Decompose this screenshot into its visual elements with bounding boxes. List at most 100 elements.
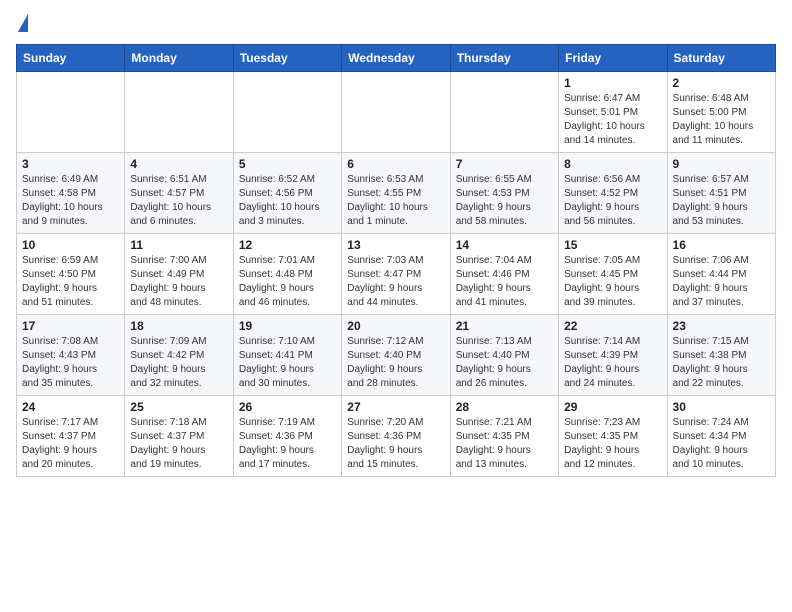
day-info: Sunrise: 7:17 AM Sunset: 4:37 PM Dayligh… xyxy=(22,416,119,472)
day-number: 19 xyxy=(239,319,336,333)
day-info: Sunrise: 7:05 AM Sunset: 4:45 PM Dayligh… xyxy=(564,254,661,310)
calendar-cell: 9Sunrise: 6:57 AM Sunset: 4:51 PM Daylig… xyxy=(667,153,775,234)
calendar-cell: 23 Sunrise: 7:15 AM Sunset: 4:38 PM Dayli… xyxy=(667,315,775,396)
calendar-cell: 26Sunrise: 7:19 AM Sunset: 4:36 PM Dayli… xyxy=(233,396,341,477)
day-info: Sunrise: 7:24 AM Sunset: 4:34 PM Dayligh… xyxy=(673,416,770,472)
calendar-cell: 11Sunrise: 7:00 AM Sunset: 4:49 PM Dayli… xyxy=(125,234,233,315)
day-number: 2 xyxy=(673,76,770,90)
calendar-table: SundayMondayTuesdayWednesdayThursdayFrid… xyxy=(16,44,776,477)
calendar-cell: 30 Sunrise: 7:24 AM Sunset: 4:34 PM Dayli… xyxy=(667,396,775,477)
calendar-week-5: 24 Sunrise: 7:17 AM Sunset: 4:37 PM Dayli… xyxy=(17,396,776,477)
calendar-cell: 27Sunrise: 7:20 AM Sunset: 4:36 PM Dayli… xyxy=(342,396,450,477)
day-info: Sunrise: 7:13 AM Sunset: 4:40 PM Dayligh… xyxy=(456,335,553,391)
calendar-cell: 6 Sunrise: 6:53 AM Sunset: 4:55 PM Daylig… xyxy=(342,153,450,234)
calendar-week-3: 10 Sunrise: 6:59 AM Sunset: 4:50 PM Dayli… xyxy=(17,234,776,315)
calendar-cell: 17 Sunrise: 7:08 AM Sunset: 4:43 PM Dayli… xyxy=(17,315,125,396)
day-number: 16 xyxy=(673,238,770,252)
day-number: 7 xyxy=(456,157,553,171)
calendar-cell xyxy=(233,72,341,153)
day-info: Sunrise: 7:23 AM Sunset: 4:35 PM Dayligh… xyxy=(564,416,661,472)
calendar-cell: 13Sunrise: 7:03 AM Sunset: 4:47 PM Dayli… xyxy=(342,234,450,315)
day-info: Sunrise: 6:52 AM Sunset: 4:56 PM Dayligh… xyxy=(239,173,336,229)
calendar-week-4: 17 Sunrise: 7:08 AM Sunset: 4:43 PM Dayli… xyxy=(17,315,776,396)
day-number: 24 xyxy=(22,400,119,414)
day-number: 25 xyxy=(130,400,227,414)
day-info: Sunrise: 6:55 AM Sunset: 4:53 PM Dayligh… xyxy=(456,173,553,229)
day-number: 14 xyxy=(456,238,553,252)
calendar-week-2: 3Sunrise: 6:49 AM Sunset: 4:58 PM Daylig… xyxy=(17,153,776,234)
logo-triangle-icon xyxy=(18,14,28,32)
day-info: Sunrise: 6:51 AM Sunset: 4:57 PM Dayligh… xyxy=(130,173,227,229)
day-number: 22 xyxy=(564,319,661,333)
calendar-cell: 22 Sunrise: 7:14 AM Sunset: 4:39 PM Dayli… xyxy=(559,315,667,396)
day-number: 5 xyxy=(239,157,336,171)
day-info: Sunrise: 7:08 AM Sunset: 4:43 PM Dayligh… xyxy=(22,335,119,391)
logo xyxy=(16,16,28,32)
day-number: 21 xyxy=(456,319,553,333)
day-number: 17 xyxy=(22,319,119,333)
day-number: 29 xyxy=(564,400,661,414)
day-info: Sunrise: 6:48 AM Sunset: 5:00 PM Dayligh… xyxy=(673,92,770,148)
day-number: 3 xyxy=(22,157,119,171)
day-number: 20 xyxy=(347,319,444,333)
day-number: 4 xyxy=(130,157,227,171)
calendar-cell: 28 Sunrise: 7:21 AM Sunset: 4:35 PM Dayli… xyxy=(450,396,558,477)
day-number: 15 xyxy=(564,238,661,252)
day-info: Sunrise: 7:09 AM Sunset: 4:42 PM Dayligh… xyxy=(130,335,227,391)
day-info: Sunrise: 7:03 AM Sunset: 4:47 PM Dayligh… xyxy=(347,254,444,310)
page-header xyxy=(16,16,776,32)
calendar-cell: 18 Sunrise: 7:09 AM Sunset: 4:42 PM Dayli… xyxy=(125,315,233,396)
day-number: 12 xyxy=(239,238,336,252)
weekday-header-wednesday: Wednesday xyxy=(342,45,450,72)
calendar-cell: 2 Sunrise: 6:48 AM Sunset: 5:00 PM Daylig… xyxy=(667,72,775,153)
day-info: Sunrise: 7:01 AM Sunset: 4:48 PM Dayligh… xyxy=(239,254,336,310)
calendar-cell: 14 Sunrise: 7:04 AM Sunset: 4:46 PM Dayli… xyxy=(450,234,558,315)
weekday-header-thursday: Thursday xyxy=(450,45,558,72)
calendar-cell: 8Sunrise: 6:56 AM Sunset: 4:52 PM Daylig… xyxy=(559,153,667,234)
day-info: Sunrise: 6:53 AM Sunset: 4:55 PM Dayligh… xyxy=(347,173,444,229)
calendar-cell xyxy=(17,72,125,153)
calendar-cell: 7 Sunrise: 6:55 AM Sunset: 4:53 PM Daylig… xyxy=(450,153,558,234)
day-number: 6 xyxy=(347,157,444,171)
weekday-header-friday: Friday xyxy=(559,45,667,72)
calendar-cell: 5 Sunrise: 6:52 AM Sunset: 4:56 PM Daylig… xyxy=(233,153,341,234)
calendar-cell: 4 Sunrise: 6:51 AM Sunset: 4:57 PM Daylig… xyxy=(125,153,233,234)
calendar-cell: 29 Sunrise: 7:23 AM Sunset: 4:35 PM Dayli… xyxy=(559,396,667,477)
day-number: 28 xyxy=(456,400,553,414)
day-info: Sunrise: 7:06 AM Sunset: 4:44 PM Dayligh… xyxy=(673,254,770,310)
day-info: Sunrise: 6:47 AM Sunset: 5:01 PM Dayligh… xyxy=(564,92,661,148)
calendar-cell: 12 Sunrise: 7:01 AM Sunset: 4:48 PM Dayli… xyxy=(233,234,341,315)
day-number: 26 xyxy=(239,400,336,414)
day-number: 30 xyxy=(673,400,770,414)
weekday-header-tuesday: Tuesday xyxy=(233,45,341,72)
calendar-cell: 24 Sunrise: 7:17 AM Sunset: 4:37 PM Dayli… xyxy=(17,396,125,477)
day-info: Sunrise: 7:18 AM Sunset: 4:37 PM Dayligh… xyxy=(130,416,227,472)
day-info: Sunrise: 7:21 AM Sunset: 4:35 PM Dayligh… xyxy=(456,416,553,472)
calendar-header-row: SundayMondayTuesdayWednesdayThursdayFrid… xyxy=(17,45,776,72)
calendar-cell: 19 Sunrise: 7:10 AM Sunset: 4:41 PM Dayli… xyxy=(233,315,341,396)
day-info: Sunrise: 7:10 AM Sunset: 4:41 PM Dayligh… xyxy=(239,335,336,391)
day-info: Sunrise: 7:04 AM Sunset: 4:46 PM Dayligh… xyxy=(456,254,553,310)
day-number: 23 xyxy=(673,319,770,333)
calendar-week-1: 1 Sunrise: 6:47 AM Sunset: 5:01 PM Daylig… xyxy=(17,72,776,153)
day-info: Sunrise: 7:20 AM Sunset: 4:36 PM Dayligh… xyxy=(347,416,444,472)
day-number: 10 xyxy=(22,238,119,252)
day-number: 1 xyxy=(564,76,661,90)
day-info: Sunrise: 7:15 AM Sunset: 4:38 PM Dayligh… xyxy=(673,335,770,391)
day-info: Sunrise: 6:59 AM Sunset: 4:50 PM Dayligh… xyxy=(22,254,119,310)
calendar-cell: 1 Sunrise: 6:47 AM Sunset: 5:01 PM Daylig… xyxy=(559,72,667,153)
day-info: Sunrise: 7:14 AM Sunset: 4:39 PM Dayligh… xyxy=(564,335,661,391)
calendar-cell: 16 Sunrise: 7:06 AM Sunset: 4:44 PM Dayli… xyxy=(667,234,775,315)
weekday-header-monday: Monday xyxy=(125,45,233,72)
calendar-cell: 21 Sunrise: 7:13 AM Sunset: 4:40 PM Dayli… xyxy=(450,315,558,396)
weekday-header-saturday: Saturday xyxy=(667,45,775,72)
calendar-cell: 15 Sunrise: 7:05 AM Sunset: 4:45 PM Dayli… xyxy=(559,234,667,315)
day-info: Sunrise: 7:00 AM Sunset: 4:49 PM Dayligh… xyxy=(130,254,227,310)
day-number: 18 xyxy=(130,319,227,333)
calendar-cell: 20 Sunrise: 7:12 AM Sunset: 4:40 PM Dayli… xyxy=(342,315,450,396)
weekday-header-sunday: Sunday xyxy=(17,45,125,72)
calendar-cell xyxy=(125,72,233,153)
calendar-cell: 10 Sunrise: 6:59 AM Sunset: 4:50 PM Dayli… xyxy=(17,234,125,315)
day-info: Sunrise: 7:12 AM Sunset: 4:40 PM Dayligh… xyxy=(347,335,444,391)
day-info: Sunrise: 6:56 AM Sunset: 4:52 PM Dayligh… xyxy=(564,173,661,229)
